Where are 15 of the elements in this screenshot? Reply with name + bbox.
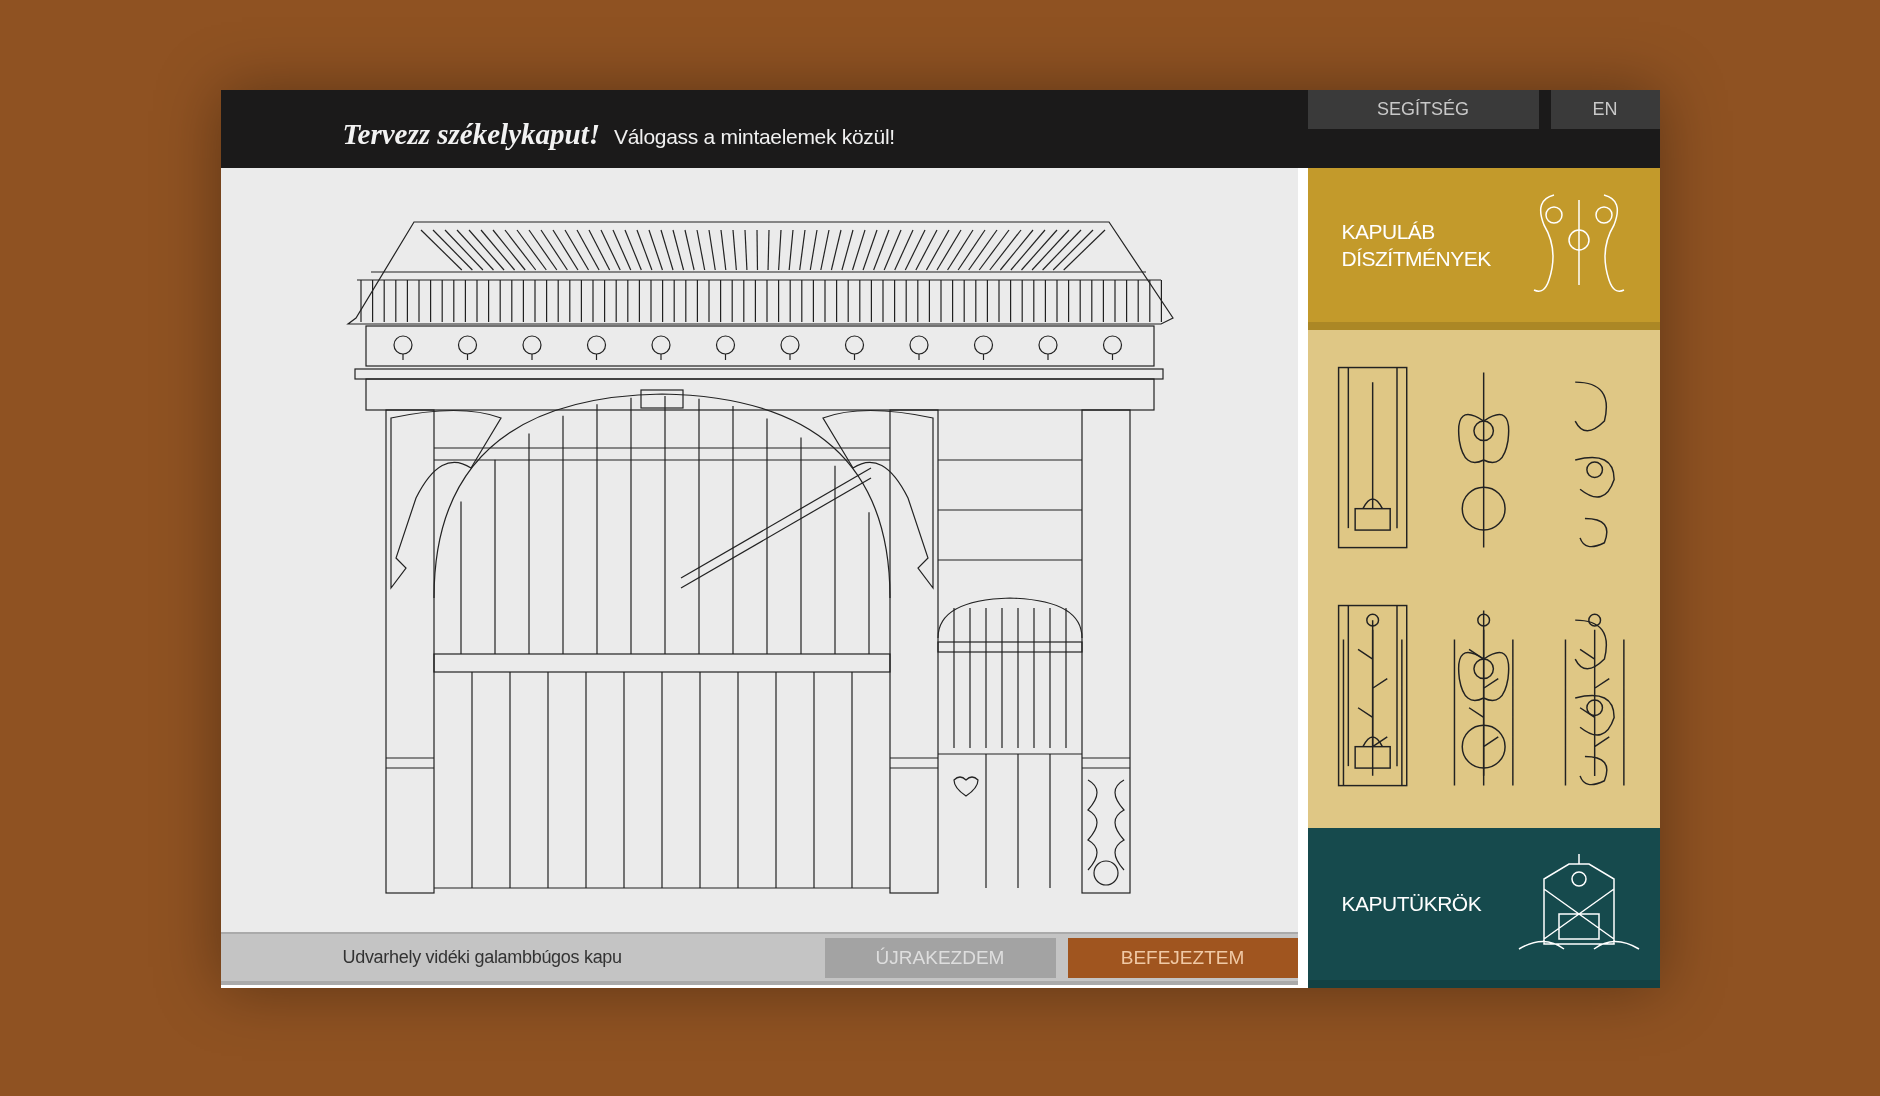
category-label: KAPULÁB DÍSZÍTMÉNYEK (1341, 218, 1492, 272)
language-button[interactable]: EN (1550, 90, 1660, 129)
ornament-drawing[interactable] (1453, 609, 1514, 787)
category-panel[interactable]: KAPUTÜKRÖK (1307, 828, 1660, 988)
ornament-drawing[interactable] (1564, 613, 1625, 787)
ornament-drawing[interactable] (1337, 604, 1407, 787)
gate-name: Udvarhely vidéki galambbúgos kapu (341, 947, 623, 968)
ornament-drawing[interactable] (1337, 366, 1407, 549)
category-label: KAPUTÜKRÖK (1341, 891, 1482, 918)
ornament-drawing[interactable] (1457, 371, 1510, 549)
app-title: Tervezz székelykaput! (342, 118, 600, 151)
finish-button[interactable]: BEFEJEZTEM (1067, 937, 1298, 978)
help-button[interactable]: SEGÍTSÉG (1307, 90, 1539, 129)
ornament-drawing[interactable] (1574, 381, 1616, 548)
app-subtitle: Válogass a mintaelemek közül! (614, 125, 895, 149)
